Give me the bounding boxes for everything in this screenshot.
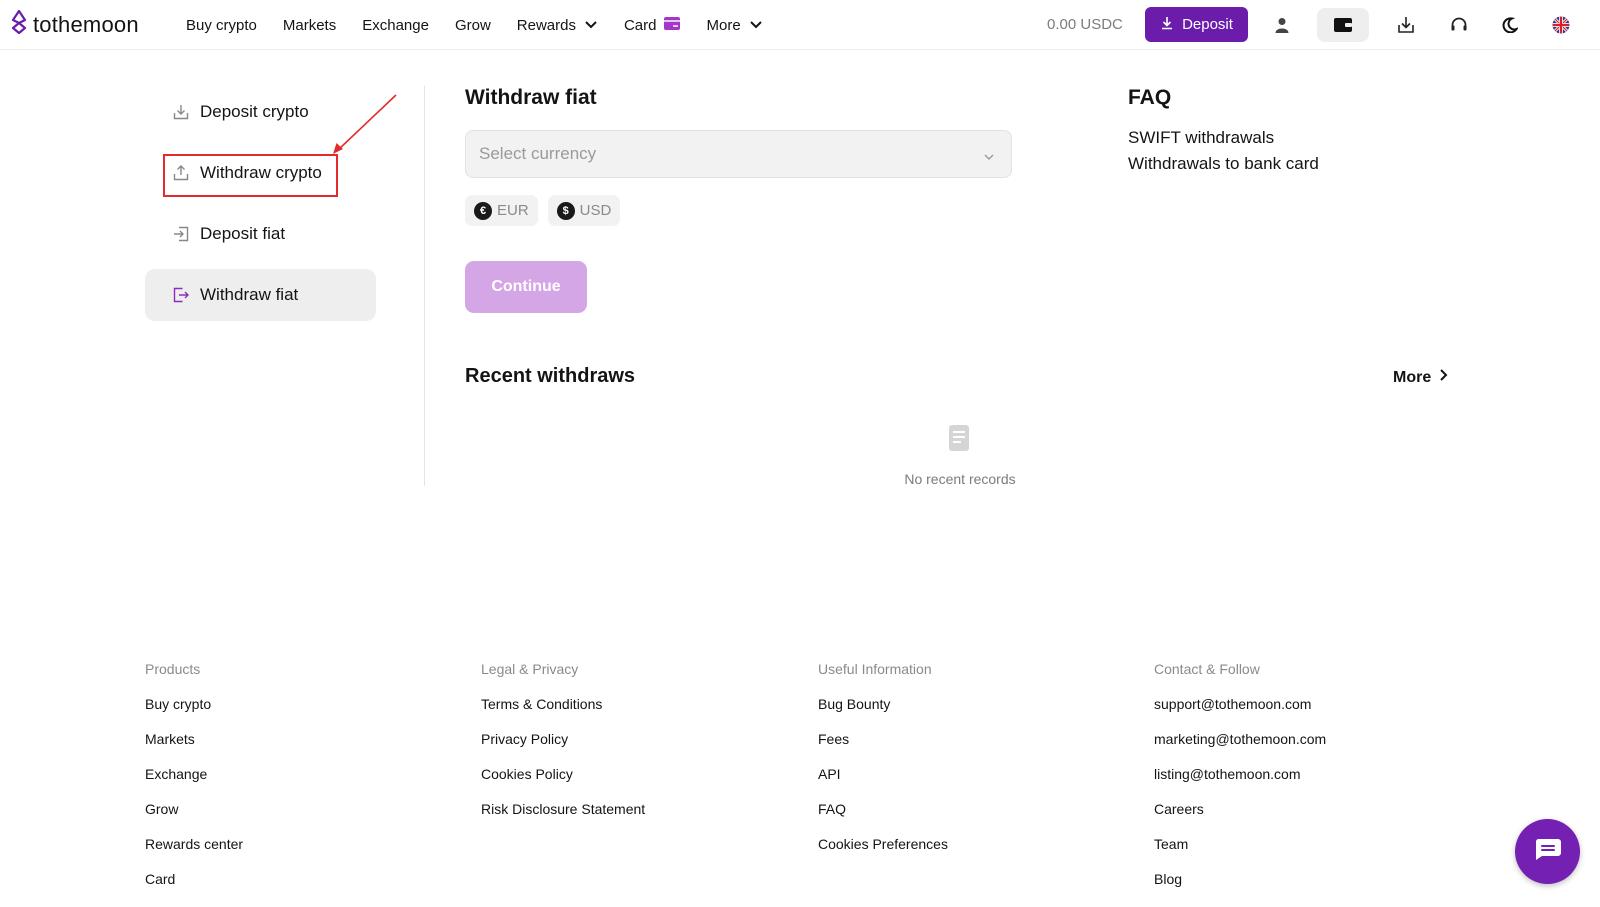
empty-records-icon <box>948 424 970 457</box>
footer-link[interactable]: Bug Bounty <box>818 696 948 731</box>
continue-button[interactable]: Continue <box>465 261 587 313</box>
chevron-down-icon <box>749 17 763 34</box>
footer-link[interactable]: Exchange <box>145 766 243 801</box>
user-icon[interactable] <box>1264 8 1300 42</box>
nav-exchange[interactable]: Exchange <box>362 17 429 34</box>
nav-label: Exchange <box>362 16 429 34</box>
sidebar-item-withdraw-fiat[interactable]: Withdraw fiat <box>145 269 376 321</box>
dark-mode-icon[interactable] <box>1492 8 1528 42</box>
footer-link[interactable]: Team <box>1154 836 1326 871</box>
nav-more[interactable]: More <box>706 17 762 34</box>
currency-chip-label: USD <box>579 202 612 219</box>
footer-link[interactable]: listing@tothemoon.com <box>1154 766 1326 801</box>
currency-chip-usd[interactable]: $ USD <box>547 195 621 226</box>
currency-chips: € EUR $ USD <box>465 195 621 226</box>
page-title: Withdraw fiat <box>465 86 597 109</box>
euro-coin-icon: € <box>474 201 492 220</box>
footer-link[interactable]: Privacy Policy <box>481 731 645 766</box>
faq-title: FAQ <box>1128 86 1172 109</box>
footer-link[interactable]: Careers <box>1154 801 1326 836</box>
chevron-right-icon <box>1439 368 1448 387</box>
chevron-down-icon <box>584 17 598 34</box>
rocket-logo-icon <box>11 9 27 39</box>
footer-heading: Useful Information <box>818 661 932 677</box>
language-flag-icon[interactable] <box>1543 8 1579 42</box>
sidebar-item-label: Withdraw fiat <box>200 285 299 304</box>
deposit-button-label: Deposit <box>1182 16 1233 33</box>
currency-chip-eur[interactable]: € EUR <box>465 195 538 226</box>
dollar-coin-icon: $ <box>556 201 575 220</box>
top-header: tothemoon Buy crypto Markets Exchange Gr… <box>0 0 1600 50</box>
nav-markets[interactable]: Markets <box>283 17 336 34</box>
more-link[interactable]: More <box>1393 368 1448 387</box>
footer-link[interactable]: Markets <box>145 731 243 766</box>
footer-link[interactable]: Rewards center <box>145 836 243 871</box>
annotation-arrow-icon <box>333 94 397 154</box>
sidebar-item-label: Deposit crypto <box>200 102 309 121</box>
wallet-icon[interactable] <box>1317 8 1369 42</box>
recent-withdraws-title: Recent withdraws <box>465 365 636 387</box>
footer-column-contact: Contact & Follow support@tothemoon.com m… <box>1154 661 1326 906</box>
chat-widget-button[interactable] <box>1515 819 1580 884</box>
footer-link[interactable]: API <box>818 766 948 801</box>
currency-chip-label: EUR <box>497 202 529 219</box>
footer-link[interactable]: Grow <box>145 801 243 836</box>
logo-text: tothemoon <box>33 11 139 37</box>
nav-label: Grow <box>454 16 491 34</box>
faq-link-swift[interactable]: SWIFT withdrawals <box>1128 128 1274 148</box>
nav-rewards[interactable]: Rewards <box>517 17 598 34</box>
sidebar-item-label: Deposit fiat <box>200 224 286 243</box>
more-link-label: More <box>1393 368 1432 386</box>
footer-link[interactable]: Buy crypto <box>145 696 243 731</box>
nav-label: Card <box>623 16 657 34</box>
footer-link[interactable]: Cookies Policy <box>481 766 645 801</box>
nav-buy-crypto[interactable]: Buy crypto <box>186 17 257 34</box>
nav-label: More <box>706 16 741 34</box>
nav-label: Markets <box>282 16 337 34</box>
annotation-highlight-box <box>163 154 338 197</box>
footer-link[interactable]: Blog <box>1154 871 1326 906</box>
support-headset-icon[interactable] <box>1441 8 1477 42</box>
deposit-button[interactable]: Deposit <box>1145 7 1248 42</box>
nav-card[interactable]: Card <box>623 16 681 34</box>
footer-link[interactable]: Risk Disclosure Statement <box>481 801 645 836</box>
logo[interactable]: tothemoon <box>11 9 139 39</box>
download-app-icon[interactable] <box>1388 8 1424 42</box>
currency-select[interactable]: Select currency <box>465 130 1012 178</box>
footer-heading: Contact & Follow <box>1154 661 1260 677</box>
chevron-down-icon <box>983 147 995 167</box>
download-icon <box>172 103 190 121</box>
download-icon <box>1160 16 1174 34</box>
footer-link[interactable]: Card <box>145 871 243 906</box>
card-icon <box>664 16 681 34</box>
sign-out-icon <box>172 286 190 304</box>
footer-heading: Legal & Privacy <box>481 661 579 677</box>
main-nav: Buy crypto Markets Exchange Grow Rewards… <box>186 0 789 50</box>
nav-grow[interactable]: Grow <box>455 17 491 34</box>
chat-bubble-icon <box>1534 837 1562 866</box>
sidebar-item-deposit-fiat[interactable]: Deposit fiat <box>145 208 376 260</box>
nav-label: Buy crypto <box>186 16 257 34</box>
faq-link-bank-card[interactable]: Withdrawals to bank card <box>1128 154 1319 174</box>
nav-label: Rewards <box>516 16 576 34</box>
footer-link[interactable]: marketing@tothemoon.com <box>1154 731 1326 766</box>
footer-column-products: Products Buy crypto Markets Exchange Gro… <box>145 661 243 906</box>
footer-link[interactable]: Fees <box>818 731 948 766</box>
currency-select-placeholder: Select currency <box>479 144 597 163</box>
footer-heading: Products <box>145 661 201 677</box>
empty-records-text: No recent records <box>904 471 1016 487</box>
footer-link[interactable]: support@tothemoon.com <box>1154 696 1326 731</box>
footer-link[interactable]: FAQ <box>818 801 948 836</box>
sign-in-icon <box>172 225 190 243</box>
footer-column-legal: Legal & Privacy Terms & Conditions Priva… <box>481 661 645 836</box>
balance-display: 0.00 USDC <box>1047 16 1123 33</box>
footer-link[interactable]: Terms & Conditions <box>481 696 645 731</box>
footer-column-useful-info: Useful Information Bug Bounty Fees API F… <box>818 661 948 871</box>
footer-link[interactable]: Cookies Preferences <box>818 836 948 871</box>
